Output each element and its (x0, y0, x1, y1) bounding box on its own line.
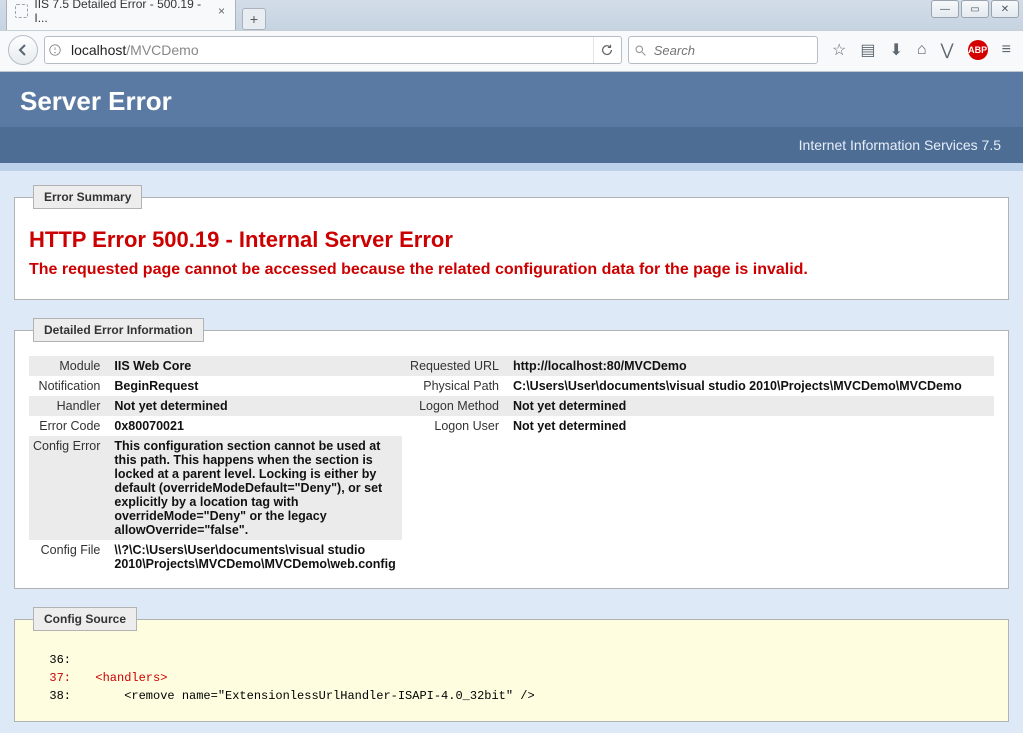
config-line: 37: <handlers> (33, 669, 990, 687)
detail-value: \\?\C:\Users\User\documents\visual studi… (108, 540, 401, 574)
detail-row: Logon UserNot yet determined (397, 416, 994, 436)
detail-value: This configuration section cannot be use… (108, 436, 401, 540)
abp-icon[interactable]: ABP (968, 40, 988, 60)
toolbar-icons: ☆ ▤ ⬇ ⌂ ⋁ ABP ≡ (824, 40, 1015, 60)
detail-label: Module (29, 356, 108, 376)
downloads-icon[interactable]: ⬇ (889, 40, 902, 60)
detail-row: Physical PathC:\Users\User\documents\vis… (397, 376, 994, 396)
detailed-error-section: Detailed Error Information ModuleIIS Web… (14, 318, 1009, 589)
detail-row: NotificationBeginRequest (29, 376, 402, 396)
detail-value: 0x80070021 (108, 416, 401, 436)
error-title: HTTP Error 500.19 - Internal Server Erro… (29, 227, 994, 253)
reload-icon (600, 43, 614, 57)
detail-value: C:\Users\User\documents\visual studio 20… (507, 376, 994, 396)
detailed-error-legend: Detailed Error Information (33, 318, 204, 342)
site-identity-icon[interactable] (45, 43, 65, 57)
tab-strip: IIS 7.5 Detailed Error - 500.19 - I... ×… (0, 0, 1023, 30)
config-source-code: 36: 37: <handlers>38: <remove name="Exte… (29, 645, 994, 707)
iis-brand-bar: Internet Information Services 7.5 (0, 127, 1023, 171)
browser-tab[interactable]: IIS 7.5 Detailed Error - 500.19 - I... × (6, 0, 236, 30)
detail-label: Config Error (29, 436, 108, 540)
detail-row: Error Code0x80070021 (29, 416, 402, 436)
bookmark-star-icon[interactable]: ☆ (832, 40, 846, 60)
minimize-button[interactable]: — (931, 0, 959, 18)
reading-list-icon[interactable]: ▤ (860, 40, 875, 60)
menu-icon[interactable]: ≡ (1002, 41, 1011, 59)
detail-value: Not yet determined (507, 396, 994, 416)
url-host: localhost (71, 42, 126, 58)
reload-button[interactable] (593, 37, 621, 63)
page-viewport[interactable]: Server Error Internet Information Servic… (0, 72, 1023, 733)
tab-close-icon[interactable]: × (214, 4, 225, 18)
detail-value: Not yet determined (507, 416, 994, 436)
detail-value: BeginRequest (108, 376, 401, 396)
search-input[interactable] (652, 42, 817, 59)
detail-row: HandlerNot yet determined (29, 396, 402, 416)
detail-label: Logon Method (397, 396, 507, 416)
new-tab-button[interactable]: + (242, 8, 266, 30)
config-source-section: Config Source 36: 37: <handlers>38: <rem… (14, 607, 1009, 722)
detail-label: Config File (29, 540, 108, 574)
error-summary-legend: Error Summary (33, 185, 142, 209)
address-bar[interactable]: localhost/MVCDemo (44, 36, 622, 64)
nav-toolbar: localhost/MVCDemo ☆ ▤ ⬇ ⌂ ⋁ ABP ≡ (0, 30, 1023, 71)
detail-label: Notification (29, 376, 108, 396)
details-left-table: ModuleIIS Web CoreNotificationBeginReque… (29, 356, 402, 574)
tab-favicon (15, 4, 28, 18)
back-button[interactable] (8, 35, 38, 65)
detail-row: Config File\\?\C:\Users\User\documents\v… (29, 540, 402, 574)
detail-row: Config ErrorThis configuration section c… (29, 436, 402, 540)
error-message: The requested page cannot be accessed be… (29, 261, 994, 279)
detail-label: Handler (29, 396, 108, 416)
details-right-table: Requested URLhttp://localhost:80/MVCDemo… (397, 356, 994, 436)
url-text[interactable]: localhost/MVCDemo (65, 38, 593, 62)
detail-row: Logon MethodNot yet determined (397, 396, 994, 416)
error-summary-section: Error Summary HTTP Error 500.19 - Intern… (14, 185, 1009, 300)
config-line: 38: <remove name="ExtensionlessUrlHandle… (33, 687, 990, 705)
search-bar[interactable] (628, 36, 818, 64)
detail-label: Error Code (29, 416, 108, 436)
tab-title: IIS 7.5 Detailed Error - 500.19 - I... (34, 0, 208, 25)
back-arrow-icon (15, 42, 31, 58)
detail-value: IIS Web Core (108, 356, 401, 376)
detail-value: http://localhost:80/MVCDemo (507, 356, 994, 376)
page-body: Error Summary HTTP Error 500.19 - Intern… (0, 171, 1023, 733)
config-source-legend: Config Source (33, 607, 137, 631)
detail-label: Logon User (397, 416, 507, 436)
close-window-button[interactable]: ✕ (991, 0, 1019, 18)
window-controls: — ▭ ✕ (931, 0, 1019, 18)
detail-label: Requested URL (397, 356, 507, 376)
detail-row: Requested URLhttp://localhost:80/MVCDemo (397, 356, 994, 376)
config-line: 36: (33, 651, 990, 669)
detail-label: Physical Path (397, 376, 507, 396)
home-icon[interactable]: ⌂ (917, 41, 927, 59)
maximize-button[interactable]: ▭ (961, 0, 989, 18)
pocket-icon[interactable]: ⋁ (941, 40, 954, 60)
browser-chrome: — ▭ ✕ IIS 7.5 Detailed Error - 500.19 - … (0, 0, 1023, 72)
url-path: /MVCDemo (126, 42, 198, 58)
detail-row: ModuleIIS Web Core (29, 356, 402, 376)
detail-value: Not yet determined (108, 396, 401, 416)
server-error-heading: Server Error (0, 72, 1023, 127)
search-icon (629, 44, 652, 57)
